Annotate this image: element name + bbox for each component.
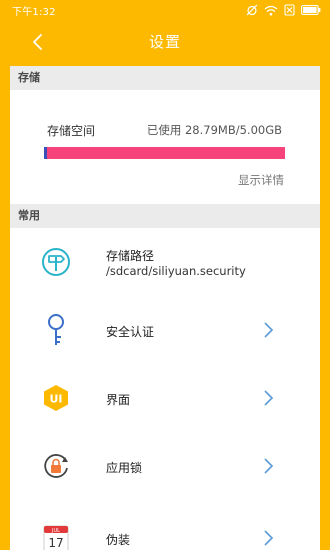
list-item-disguise[interactable]: JUL 17 伪装 — [10, 500, 320, 550]
status-bar: 下午1:32 — [0, 0, 330, 20]
item-subtitle: /sdcard/siliyuan.security — [106, 264, 246, 278]
storage-label: 存储空间 — [47, 124, 96, 138]
status-icons — [246, 2, 321, 18]
section-header-storage: 存储 — [10, 66, 320, 90]
settings-panel: 存储 存储空间 已使用 28.79MB/5.00GB 显示详情 常用 存储路径 … — [10, 66, 320, 550]
storage-usage-text: 已使用 28.79MB/5.00GB — [146, 123, 282, 137]
status-time: 下午1:32 — [12, 7, 56, 18]
chevron-right-icon — [264, 322, 274, 338]
item-title: 安全认证 — [106, 325, 155, 339]
chevron-right-icon — [264, 390, 274, 406]
item-title: 应用锁 — [106, 461, 143, 475]
signpost-icon — [40, 246, 72, 278]
calendar-month: JUL — [51, 528, 60, 534]
storage-progress-bar — [44, 147, 285, 159]
app-header: 设置 — [0, 20, 330, 66]
svg-text:UI: UI — [49, 393, 62, 406]
section-header-common: 常用 — [10, 204, 320, 228]
alarm-off-icon — [246, 4, 258, 16]
app-lock-icon — [40, 450, 72, 482]
key-icon — [40, 314, 72, 346]
item-title: 伪装 — [106, 533, 131, 547]
calendar-icon: JUL 17 — [40, 522, 72, 550]
storage-used-fill — [44, 147, 47, 159]
list-item-app-lock[interactable]: 应用锁 — [10, 432, 320, 500]
page-title: 设置 — [148, 33, 181, 51]
chevron-right-icon — [264, 530, 274, 546]
chevron-right-icon — [264, 458, 274, 474]
show-details-link[interactable]: 显示详情 — [238, 172, 284, 188]
list-item-security-auth[interactable]: 安全认证 — [10, 296, 320, 364]
ui-theme-icon: UI — [40, 382, 72, 414]
item-title: 界面 — [106, 393, 131, 407]
calendar-day: 17 — [48, 536, 63, 550]
wifi-icon — [264, 5, 278, 16]
sim-off-icon — [284, 4, 295, 16]
battery-icon — [301, 5, 321, 15]
list-item-interface[interactable]: UI 界面 — [10, 364, 320, 432]
app-frame: 下午1:32 设置 存储 存储空间 已使用 28.79MB/5.00GB 显示详… — [0, 0, 330, 550]
list-item-storage-path[interactable]: 存储路径 /sdcard/siliyuan.security — [10, 228, 320, 296]
item-title: 存储路径 — [106, 249, 155, 263]
